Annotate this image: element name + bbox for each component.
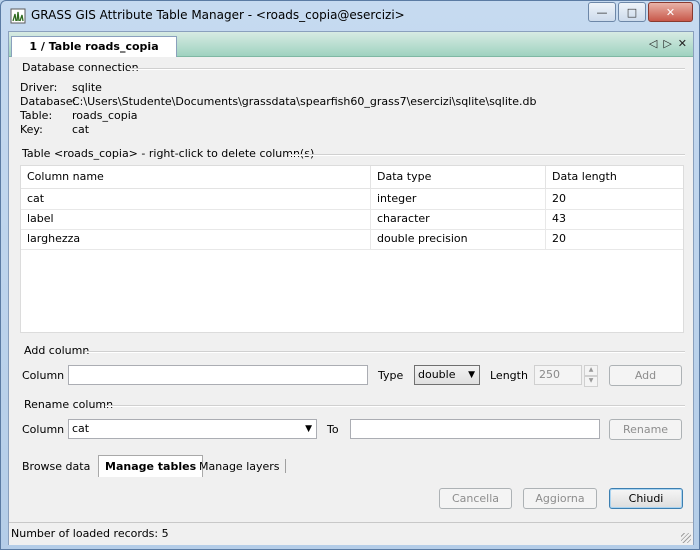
status-bar: Number of loaded records: 5 [9, 522, 693, 545]
rename-column-select[interactable]: cat ▼ [68, 419, 317, 439]
table-value: roads_copia [72, 109, 138, 122]
tab-close-icon[interactable]: ✕ [678, 37, 687, 50]
add-column-length-input[interactable]: 250 [534, 365, 582, 385]
add-column-button[interactable]: Add [609, 365, 682, 386]
table-group-title: Table <roads_copia> - right-click to del… [22, 147, 315, 160]
add-column-group-title: Add column [24, 344, 90, 357]
cell-column-name: label [21, 209, 371, 229]
client-area: 1 / Table roads_copia ◁ ▷ ✕ Database con… [8, 31, 694, 545]
close-button[interactable]: Chiudi [609, 488, 683, 509]
title-bar[interactable]: GRASS GIS Attribute Table Manager - <roa… [1, 1, 699, 30]
add-column-length-label: Length [490, 369, 528, 382]
column-header-name[interactable]: Column name [21, 166, 371, 188]
db-connection-group-title: Database connection [22, 61, 139, 74]
cell-data-type: character [371, 209, 546, 229]
key-label: Key: [20, 123, 43, 136]
tab-scroll-left-icon[interactable]: ◁ [649, 37, 657, 50]
table-notebook-tabbar: 1 / Table roads_copia ◁ ▷ ✕ [9, 32, 693, 57]
rename-column-group-title: Rename column [24, 398, 114, 411]
window-title: GRASS GIS Attribute Table Manager - <roa… [31, 8, 405, 22]
tab-browse-data[interactable]: Browse data [16, 457, 96, 476]
add-column-name-input[interactable] [68, 365, 368, 385]
app-window: GRASS GIS Attribute Table Manager - <roa… [0, 0, 700, 550]
main-notebook-tabs: Browse data Manage tables Manage layers [9, 455, 693, 477]
tab-separator [285, 459, 286, 473]
type-select-value: double [418, 368, 456, 381]
add-column-type-label: Type [378, 369, 404, 382]
database-row: Database:C:\Users\Studente\Documents\gra… [20, 95, 536, 108]
add-column-type-select[interactable]: double ▼ [414, 365, 480, 385]
cell-data-length: 43 [552, 212, 566, 225]
driver-value: sqlite [72, 81, 102, 94]
cancel-button[interactable]: Cancella [439, 488, 512, 509]
cell-data-length: 20 [552, 232, 566, 245]
driver-label: Driver: [20, 81, 58, 94]
caption-buttons: — □ ✕ [586, 2, 693, 22]
chevron-down-icon: ▼ [468, 370, 475, 380]
minimize-button[interactable]: — [588, 2, 616, 22]
columns-table[interactable]: Column name Data type Data length cat in… [20, 165, 684, 333]
table-row[interactable]: cat integer 20 [21, 189, 683, 210]
close-window-button[interactable]: ✕ [648, 2, 693, 22]
cell-data-type: integer [371, 189, 546, 209]
spin-down-icon[interactable]: ▼ [584, 376, 598, 387]
rename-column-button[interactable]: Rename [609, 419, 682, 440]
table-row[interactable]: label character 43 [21, 209, 683, 230]
column-header-length[interactable]: Data length [546, 166, 683, 188]
tab-scroll-right-icon[interactable]: ▷ [663, 37, 671, 50]
database-label: Database: [20, 95, 77, 108]
cell-column-name: cat [21, 189, 371, 209]
length-spinner[interactable]: ▲ ▼ [584, 365, 598, 387]
driver-row: Driver: sqlite [20, 81, 102, 94]
chevron-down-icon: ▼ [305, 424, 312, 434]
cell-data-type: double precision [371, 229, 546, 249]
rename-to-input[interactable] [350, 419, 600, 439]
tab-table-roads-copia[interactable]: 1 / Table roads_copia [11, 36, 177, 57]
tab-manage-layers[interactable]: Manage layers [193, 457, 286, 476]
cell-data-length: 20 [552, 192, 566, 205]
rename-column-name-label: Column [22, 423, 65, 436]
tab-manage-tables[interactable]: Manage tables [98, 455, 204, 477]
rename-to-label: To [327, 423, 339, 436]
rename-select-value: cat [72, 422, 90, 435]
grass-app-icon [10, 8, 26, 24]
resize-grip-icon[interactable] [681, 533, 691, 543]
key-row: Key: cat [20, 123, 89, 136]
notebook-controls: ◁ ▷ ✕ [649, 37, 687, 50]
maximize-button[interactable]: □ [618, 2, 646, 22]
column-header-type[interactable]: Data type [371, 166, 546, 188]
add-column-name-label: Column [22, 369, 65, 382]
divider [129, 68, 685, 70]
divider [105, 405, 685, 407]
key-value: cat [72, 123, 90, 136]
divider [291, 154, 685, 156]
table-label: Table: [20, 109, 53, 122]
apply-button[interactable]: Aggiorna [523, 488, 597, 509]
columns-table-header: Column name Data type Data length [21, 166, 683, 189]
status-records-count: Number of loaded records: 5 [11, 527, 169, 540]
table-row-info: Table: roads_copia [20, 109, 138, 122]
spin-up-icon[interactable]: ▲ [584, 365, 598, 376]
divider [85, 351, 685, 353]
table-row[interactable]: larghezza double precision 20 [21, 229, 683, 250]
database-value: C:\Users\Studente\Documents\grassdata\sp… [72, 95, 537, 108]
cell-column-name: larghezza [21, 229, 371, 249]
